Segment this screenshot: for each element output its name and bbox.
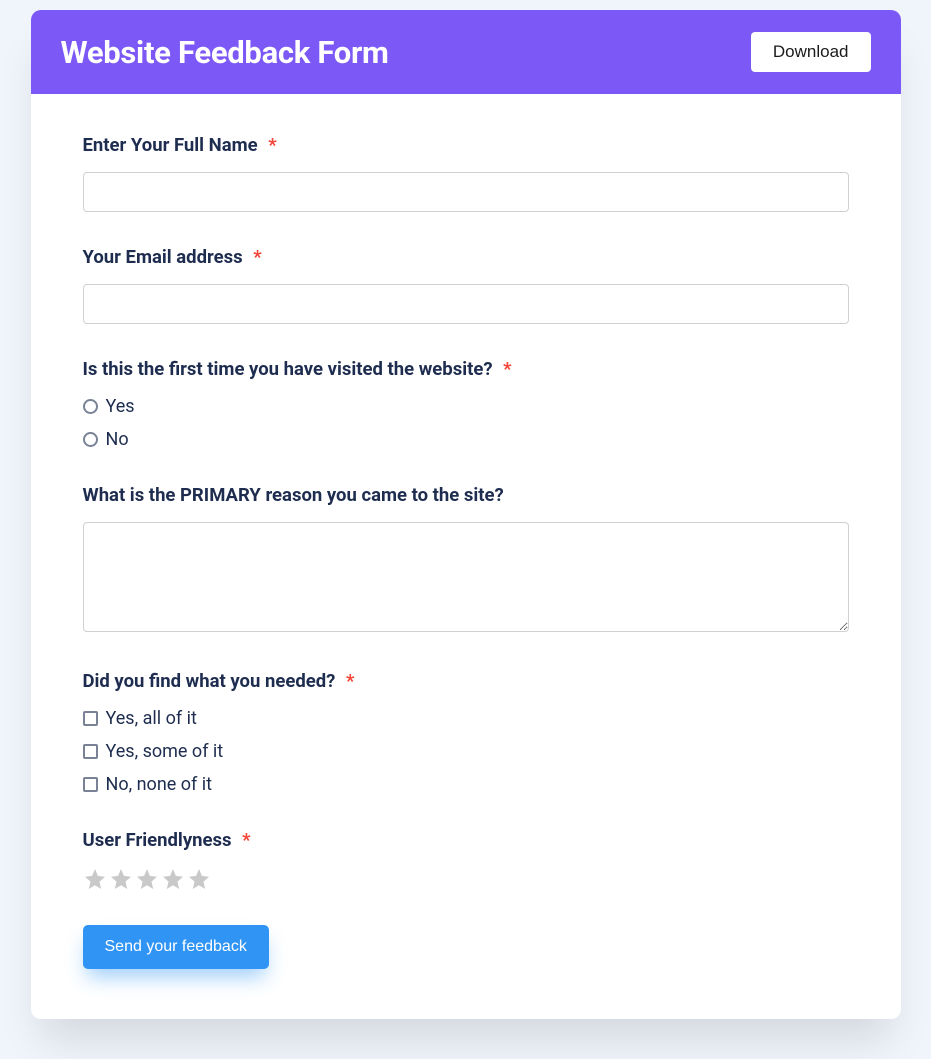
form-container: Website Feedback Form Download Enter You… [31,10,901,1019]
form-title: Website Feedback Form [61,34,389,71]
found-needed-label-text: Did you find what you needed? [83,670,336,692]
radio-label: Yes [106,396,135,417]
name-label: Enter Your Full Name * [83,134,849,156]
email-label-text: Your Email address [83,246,243,268]
primary-reason-textarea[interactable] [83,522,849,632]
checkbox-label: Yes, some of it [106,741,224,762]
first-visit-label: Is this the first time you have visited … [83,358,849,380]
radio-option-yes[interactable]: Yes [83,396,849,417]
radio-icon [83,432,98,447]
checkbox-option-all[interactable]: Yes, all of it [83,708,849,729]
checkbox-icon [83,711,98,726]
field-found-needed: Did you find what you needed? * Yes, all… [83,670,849,795]
form-body: Enter Your Full Name * Your Email addres… [31,94,901,1019]
checkbox-icon [83,744,98,759]
required-asterisk: * [503,358,511,380]
required-asterisk: * [346,670,354,692]
required-asterisk: * [242,829,250,851]
checkbox-option-some[interactable]: Yes, some of it [83,741,849,762]
field-name: Enter Your Full Name * [83,134,849,212]
primary-reason-label: What is the PRIMARY reason you came to t… [83,484,849,506]
star-icon[interactable] [109,867,133,891]
checkbox-option-none[interactable]: No, none of it [83,774,849,795]
required-asterisk: * [253,246,261,268]
radio-icon [83,399,98,414]
email-input[interactable] [83,284,849,324]
required-asterisk: * [268,134,276,156]
star-icon[interactable] [161,867,185,891]
first-visit-label-text: Is this the first time you have visited … [83,358,493,380]
checkbox-label: Yes, all of it [106,708,197,729]
email-label: Your Email address * [83,246,849,268]
user-friendliness-label-text: User Friendlyness [83,829,232,851]
found-needed-label: Did you find what you needed? * [83,670,849,692]
radio-option-no[interactable]: No [83,429,849,450]
checkbox-icon [83,777,98,792]
star-icon[interactable] [135,867,159,891]
name-label-text: Enter Your Full Name [83,134,258,156]
star-rating [83,867,849,891]
user-friendliness-label: User Friendlyness * [83,829,849,851]
primary-reason-label-text: What is the PRIMARY reason you came to t… [83,484,504,506]
checkbox-label: No, none of it [106,774,213,795]
radio-label: No [106,429,129,450]
field-user-friendliness: User Friendlyness * [83,829,849,891]
submit-button[interactable]: Send your feedback [83,925,269,969]
field-primary-reason: What is the PRIMARY reason you came to t… [83,484,849,636]
field-first-visit: Is this the first time you have visited … [83,358,849,450]
name-input[interactable] [83,172,849,212]
form-header: Website Feedback Form Download [31,10,901,94]
field-email: Your Email address * [83,246,849,324]
star-icon[interactable] [187,867,211,891]
star-icon[interactable] [83,867,107,891]
download-button[interactable]: Download [751,32,871,72]
